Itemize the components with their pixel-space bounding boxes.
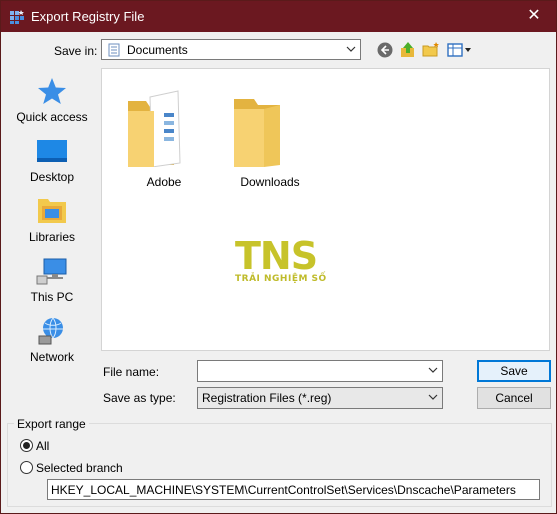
place-label: Desktop <box>29 170 75 184</box>
place-label: Network <box>29 350 74 364</box>
save-in-value: Documents <box>127 43 188 57</box>
watermark-sub-text: TRẢI NGHIỆM SỐ <box>235 274 327 284</box>
up-folder-icon[interactable] <box>399 41 417 59</box>
branch-path-value: HKEY_LOCAL_MACHINE\SYSTEM\CurrentControl… <box>51 483 516 497</box>
radio-selected-dot <box>23 442 30 449</box>
export-range-title: Export range <box>14 417 89 431</box>
file-list-view[interactable]: Adobe Downloads TNS TRẢI NGHIỆM SỐ <box>101 68 550 351</box>
computer-icon <box>36 258 67 285</box>
save-in-label: Save in: <box>54 44 98 58</box>
documents-icon <box>108 43 120 57</box>
close-button[interactable]: ✕ <box>512 1 556 32</box>
folder-item-downloads[interactable]: Downloads <box>230 69 310 189</box>
export-registry-dialog: Export Registry File ✕ Save in: Document… <box>0 0 557 514</box>
place-network[interactable]: Network <box>9 310 95 368</box>
radio-selected-branch[interactable] <box>20 461 33 474</box>
folder-item-adobe[interactable]: Adobe <box>124 69 204 189</box>
radio-all-label[interactable]: All <box>36 439 49 453</box>
place-this-pc[interactable]: This PC <box>9 250 95 308</box>
file-name-input[interactable] <box>197 360 443 382</box>
chevron-down-icon <box>428 390 438 407</box>
save-as-type-value: Registration Files (*.reg) <box>202 391 332 405</box>
chevron-down-icon[interactable] <box>428 363 438 380</box>
branch-path-input[interactable]: HKEY_LOCAL_MACHINE\SYSTEM\CurrentControl… <box>47 479 540 500</box>
chevron-down-icon <box>346 42 356 59</box>
place-desktop[interactable]: Desktop <box>9 130 95 188</box>
folder-name: Downloads <box>240 175 300 189</box>
place-label: Libraries <box>28 230 76 244</box>
place-label: Quick access <box>16 110 88 124</box>
view-menu-icon[interactable] <box>447 41 473 59</box>
back-arrow-icon[interactable] <box>376 41 394 59</box>
watermark-logo: TNS TRẢI NGHIỆM SỐ <box>235 234 345 294</box>
star-icon <box>38 78 66 104</box>
registry-editor-icon <box>10 10 24 24</box>
desktop-icon <box>37 140 67 162</box>
save-as-type-label: Save as type: <box>103 391 176 405</box>
title-bar: Export Registry File ✕ <box>1 1 556 32</box>
folder-icon <box>234 99 280 167</box>
save-as-type-dropdown[interactable]: Registration Files (*.reg) <box>197 387 443 409</box>
network-icon <box>38 317 63 345</box>
radio-selected-branch-label[interactable]: Selected branch <box>36 461 123 475</box>
save-button[interactable]: Save <box>477 360 551 382</box>
folder-name: Adobe <box>146 175 182 189</box>
file-name-label: File name: <box>103 365 160 379</box>
radio-all[interactable] <box>20 439 33 452</box>
place-label: This PC <box>30 290 74 304</box>
window-title: Export Registry File <box>31 9 145 24</box>
place-libraries[interactable]: Libraries <box>9 190 95 248</box>
watermark-main-text: TNS <box>235 234 318 278</box>
save-in-dropdown[interactable]: Documents <box>101 39 361 60</box>
cancel-button[interactable]: Cancel <box>477 387 551 409</box>
folder-with-documents-icon <box>128 90 181 167</box>
place-quick-access[interactable]: Quick access <box>9 70 95 128</box>
libraries-icon <box>38 199 66 223</box>
places-bar: Quick access Desktop Libraries This PC N… <box>9 68 95 404</box>
new-folder-icon[interactable] <box>422 41 440 59</box>
